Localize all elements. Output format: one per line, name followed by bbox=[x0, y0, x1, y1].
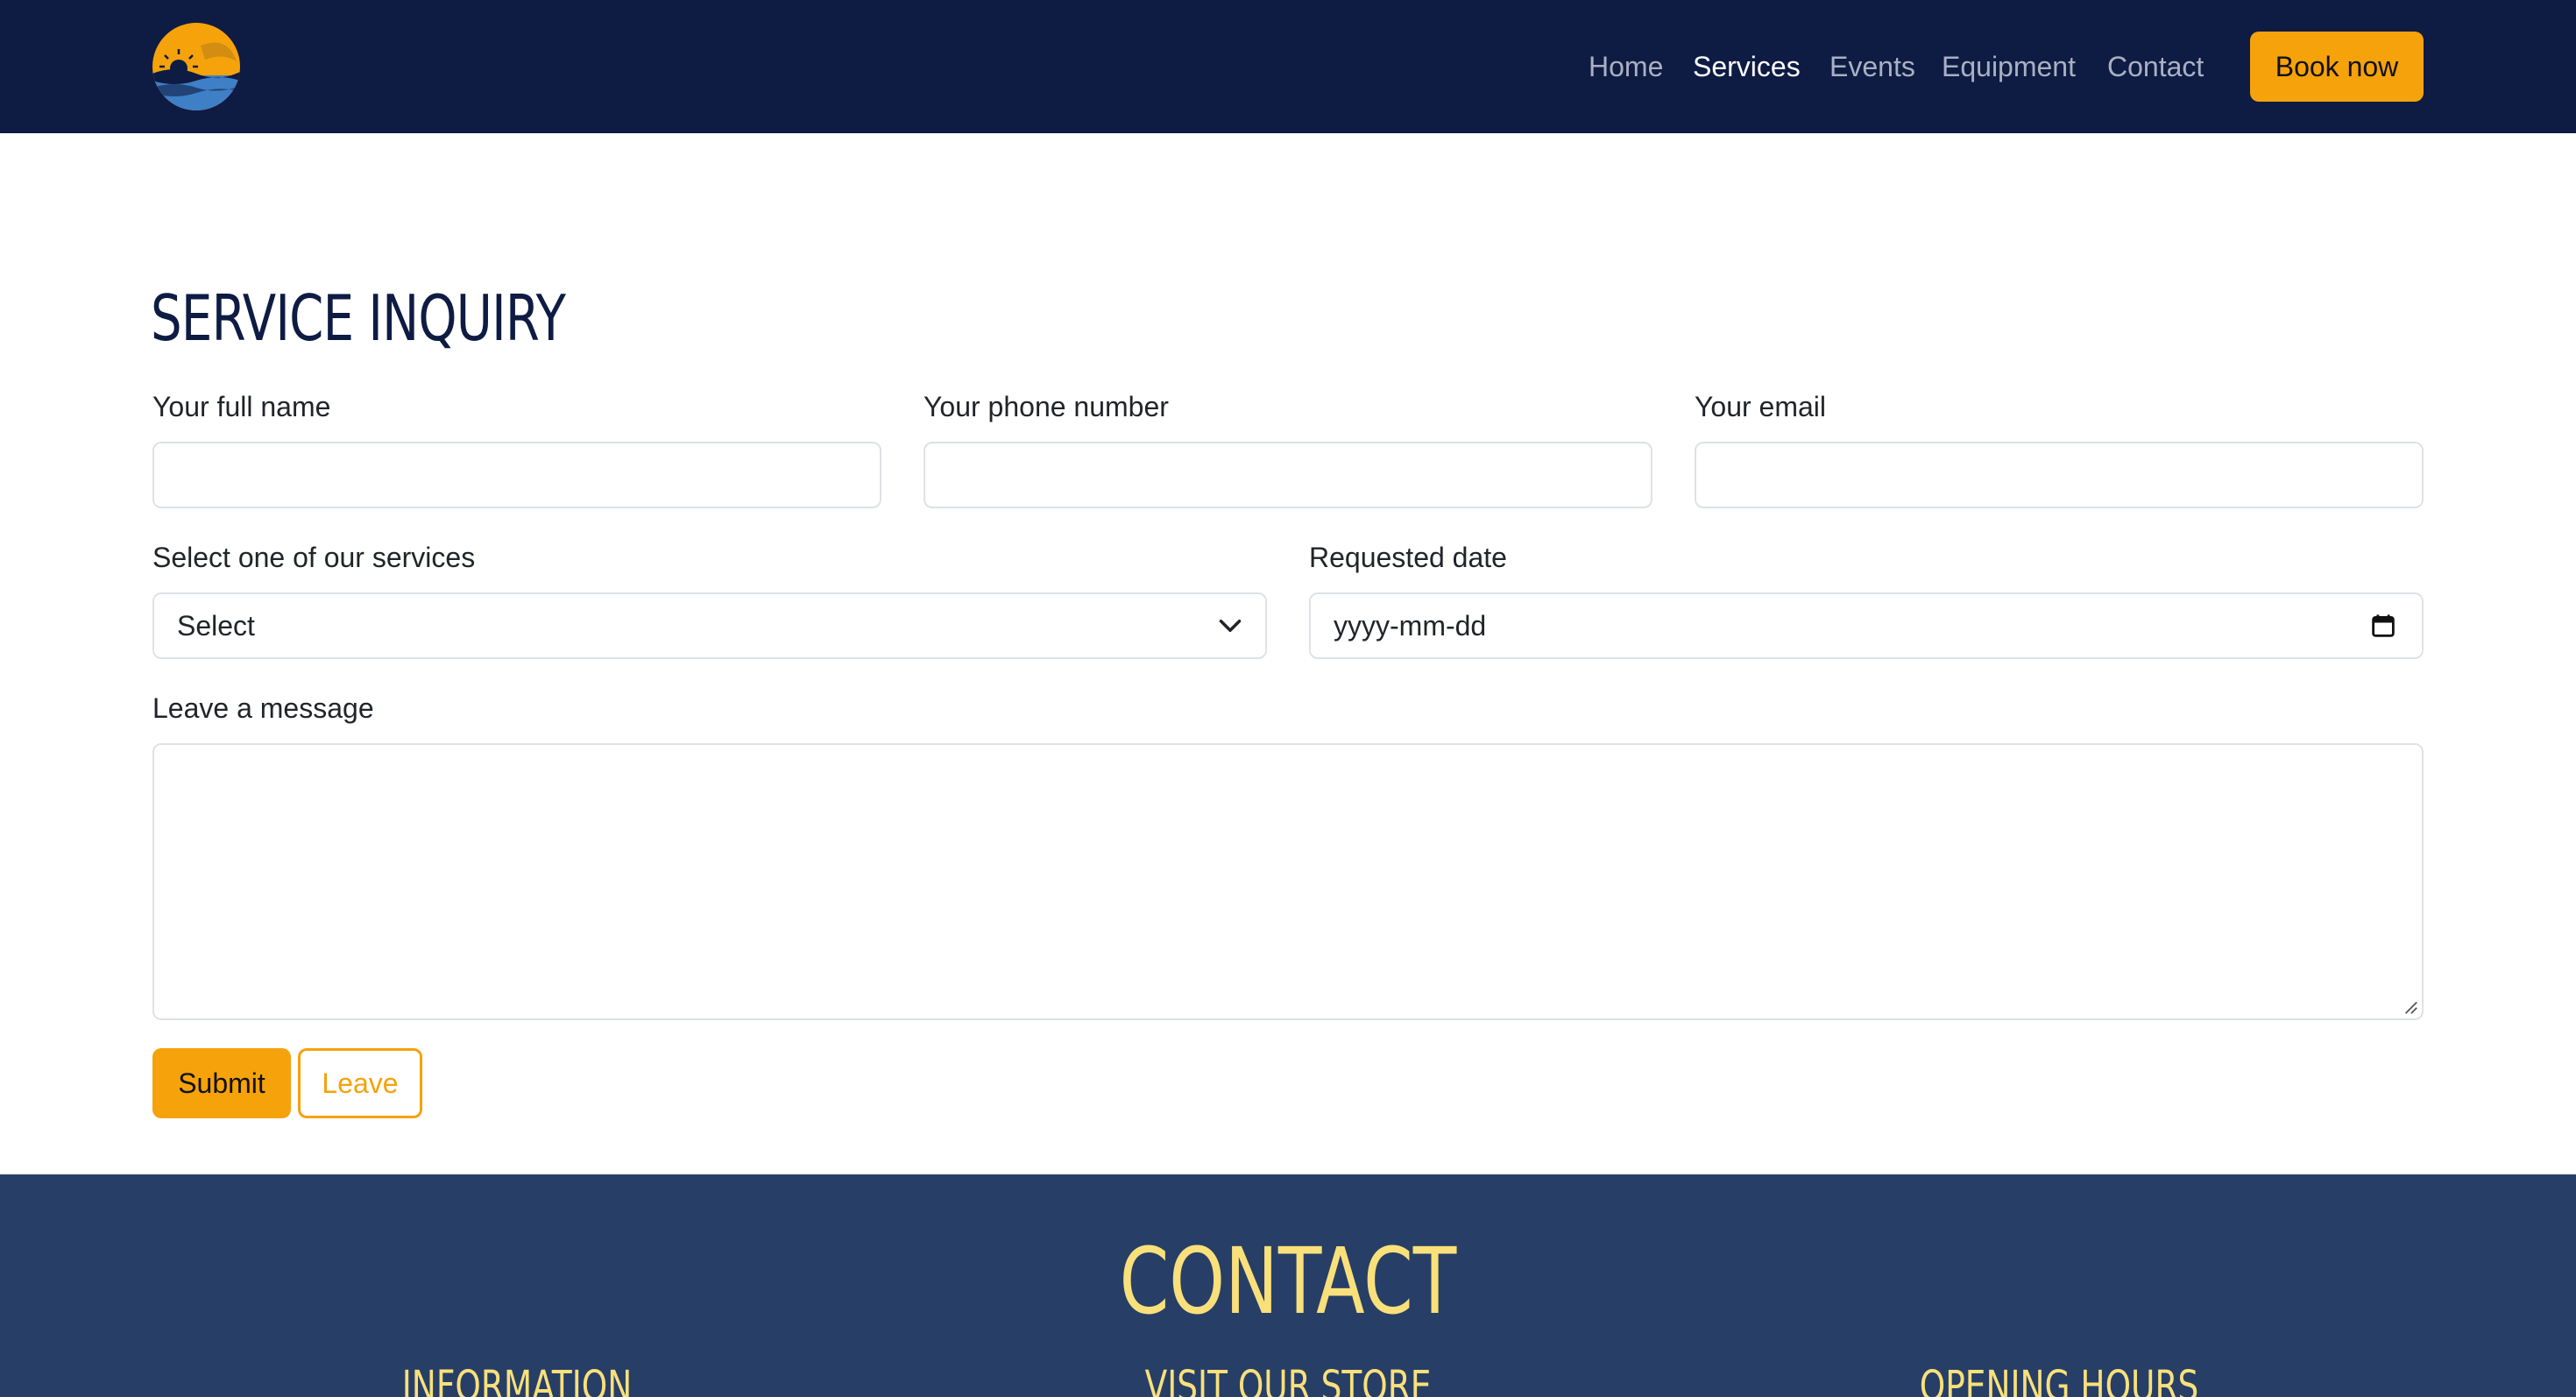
email-input[interactable] bbox=[1695, 442, 2424, 508]
calendar-icon[interactable] bbox=[2371, 613, 2396, 638]
contact-title: CONTACT bbox=[1119, 1228, 1457, 1335]
book-now-button[interactable]: Book now bbox=[2250, 32, 2424, 102]
requested-date-label: Requested date bbox=[1309, 542, 1507, 573]
service-select-label: Select one of our services bbox=[152, 542, 476, 573]
service-select-value: Select bbox=[177, 610, 255, 642]
requested-date-input[interactable]: yyyy-mm-dd bbox=[1309, 592, 2424, 659]
nav-home-link[interactable]: Home bbox=[1589, 49, 1663, 84]
nav-services-link[interactable]: Services bbox=[1693, 49, 1801, 84]
contact-section: CONTACT INFORMATION VISIT OUR STORE OPEN… bbox=[0, 1174, 2576, 1397]
submit-button[interactable]: Submit bbox=[152, 1048, 291, 1118]
sun-over-waves-logo-icon[interactable] bbox=[152, 23, 240, 110]
chevron-down-icon bbox=[1219, 620, 1242, 632]
full-name-label: Your full name bbox=[152, 391, 331, 422]
service-select[interactable]: Select bbox=[152, 592, 1267, 659]
leave-button[interactable]: Leave bbox=[298, 1048, 422, 1118]
email-label: Your email bbox=[1695, 391, 1827, 422]
date-placeholder: yyyy-mm-dd bbox=[1334, 610, 1487, 642]
resize-handle-icon[interactable] bbox=[2403, 999, 2418, 1015]
full-name-input[interactable] bbox=[152, 442, 881, 508]
information-heading: INFORMATION bbox=[401, 1362, 633, 1397]
nav-equipment-link[interactable]: Equipment bbox=[1942, 49, 2076, 84]
nav-events-link[interactable]: Events bbox=[1829, 49, 1915, 84]
message-textarea[interactable] bbox=[152, 743, 2424, 1020]
phone-label: Your phone number bbox=[924, 391, 1169, 422]
message-label: Leave a message bbox=[152, 692, 374, 724]
phone-input[interactable] bbox=[924, 442, 1652, 508]
opening-hours-heading: OPENING HOURS bbox=[1919, 1362, 2199, 1397]
navbar: Home Services Events Equipment Contact B… bbox=[0, 0, 2576, 133]
nav-contact-link[interactable]: Contact bbox=[2107, 49, 2204, 84]
page-title: SERVICE INQUIRY bbox=[151, 281, 566, 355]
visit-our-store-heading: VISIT OUR STORE bbox=[1144, 1362, 1432, 1397]
